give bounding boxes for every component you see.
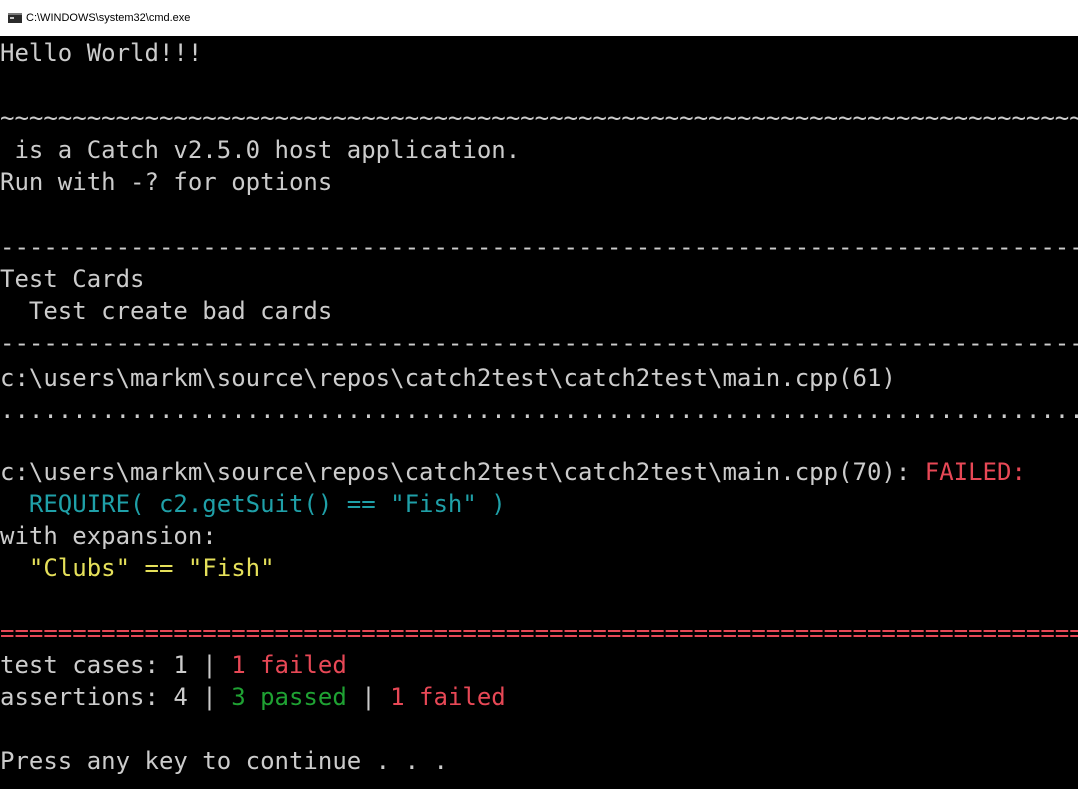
window-title: C:\WINDOWS\system32\cmd.exe: [26, 12, 191, 24]
with-expansion-label: with expansion:: [0, 522, 217, 550]
hello-line: Hello World!!!: [0, 39, 203, 67]
failure-location: c:\users\markm\source\repos\catch2test\c…: [0, 458, 925, 486]
test-case-name: Test Cards: [0, 265, 145, 293]
eq-rule: ========================================…: [0, 619, 1078, 647]
summary-assert-failed: 1 failed: [390, 683, 506, 711]
host-app-line: is a Catch v2.5.0 host application.: [0, 136, 521, 164]
summary-cases-prefix: test cases: 1 |: [0, 651, 232, 679]
cmd-app-icon: [8, 13, 22, 23]
test-location: c:\users\markm\source\repos\catch2test\c…: [0, 364, 896, 392]
summary-assertions: assertions: 4 | 3 passed | 1 failed: [0, 681, 1078, 713]
section-name: Test create bad cards: [0, 297, 333, 325]
summary-assert-passed: 3 passed: [231, 683, 347, 711]
summary-assert-prefix: assertions: 4 |: [0, 683, 232, 711]
tilde-rule: ~~~~~~~~~~~~~~~~~~~~~~~~~~~~~~~~~~~~~~~~…: [0, 104, 1078, 132]
summary-assert-sep: |: [346, 683, 391, 711]
run-with-line: Run with -? for options: [0, 168, 333, 196]
summary-cases-failed: 1 failed: [231, 651, 347, 679]
dash-rule-top: ----------------------------------------…: [0, 233, 1078, 261]
dot-rule: ........................................…: [0, 396, 1078, 424]
require-expression: REQUIRE( c2.getSuit() == "Fish" ): [0, 490, 506, 518]
expansion-value: "Clubs" == "Fish": [0, 554, 275, 582]
press-any-key-prompt: Press any key to continue . . .: [0, 747, 448, 775]
title-bar[interactable]: C:\WINDOWS\system32\cmd.exe: [0, 0, 1078, 36]
summary-test-cases: test cases: 1 | 1 failed: [0, 649, 1078, 681]
console-window: C:\WINDOWS\system32\cmd.exe Hello World!…: [0, 0, 1078, 789]
failed-label: FAILED:: [924, 458, 1026, 486]
failure-line: c:\users\markm\source\repos\catch2test\c…: [0, 456, 1078, 488]
console-output[interactable]: Hello World!!! ~~~~~~~~~~~~~~~~~~~~~~~~~…: [0, 36, 1078, 789]
dash-rule-bottom: ----------------------------------------…: [0, 329, 1078, 357]
